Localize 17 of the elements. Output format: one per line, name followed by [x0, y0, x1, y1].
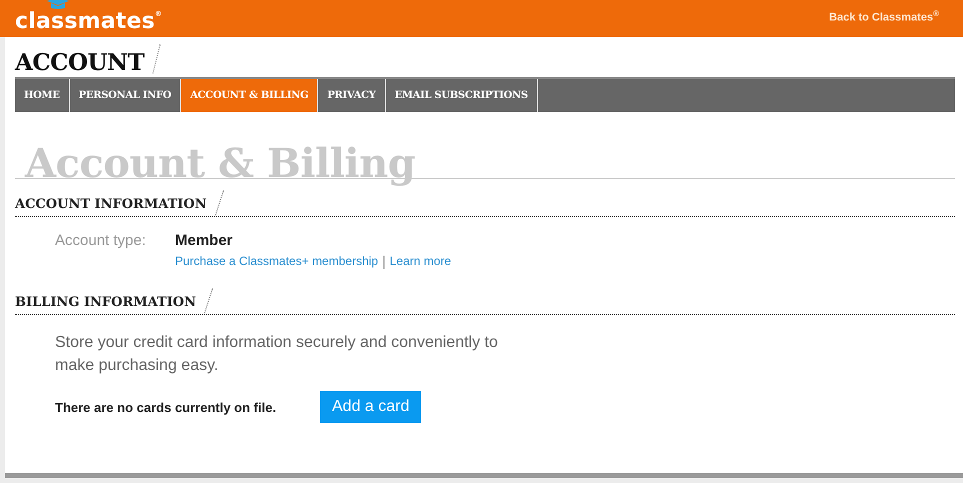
section-heading: BILLING INFORMATION: [15, 294, 196, 312]
field-value: Member: [175, 231, 234, 251]
slash-mark: [214, 190, 225, 216]
page-title: ACCOUNT: [15, 49, 144, 77]
slash-mark: [204, 288, 214, 314]
back-link[interactable]: Back to Classmates$^{®}$: [829, 9, 939, 24]
classmates-logo[interactable]: classmates$^{®}$: [15, 0, 162, 35]
field-label: Account type:: [55, 231, 147, 251]
add-card-button[interactable]: Add a card: [320, 391, 422, 423]
link-separator: |: [382, 253, 386, 269]
billing-description: Store your credit card information securely and conveniently to make purchasing easy.: [54, 333, 499, 376]
purchase-link[interactable]: Purchase a Classmates+ membership: [175, 254, 378, 268]
card-status: There are no cards currently on file.: [55, 400, 278, 414]
nav-tab[interactable]: ACCOUNT & BILLING: [181, 79, 318, 112]
section-heading: ACCOUNT INFORMATION: [15, 196, 207, 214]
learn-more-link[interactable]: Learn more: [390, 254, 452, 268]
graduation-cap-icon: [45, 0, 71, 9]
